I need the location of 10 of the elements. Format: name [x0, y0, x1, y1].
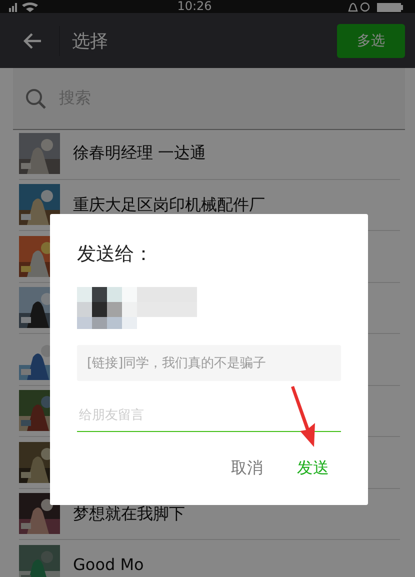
- contact-name[interactable]: Good Mo: [73, 557, 144, 574]
- link-preview: [链接]同学，我们真的不是骗子: [77, 345, 341, 381]
- contact-name[interactable]: 徐春明经理 一达通: [73, 145, 206, 162]
- contact-name[interactable]: 梦想就在我脚下: [73, 506, 185, 522]
- send-button[interactable]: 发送: [295, 454, 331, 483]
- clock-time: 10:26: [177, 0, 212, 13]
- contact-name[interactable]: 重庆大足区岗印机械配件厂: [73, 196, 265, 213]
- cancel-button[interactable]: 取消: [229, 454, 265, 483]
- page-title: 选择: [72, 30, 108, 52]
- dialog-title: 发送给：: [77, 242, 154, 267]
